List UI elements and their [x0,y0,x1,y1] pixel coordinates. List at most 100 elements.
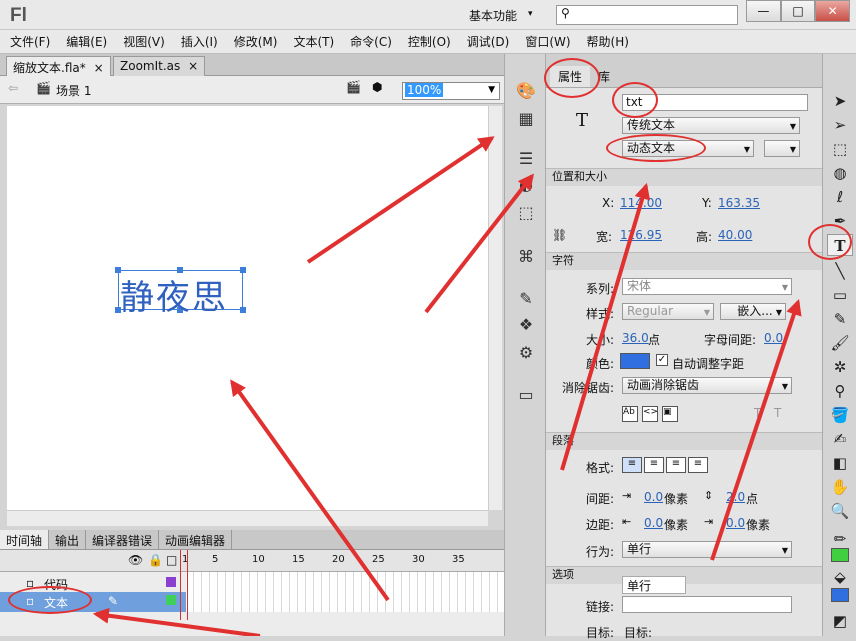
stroke-color-swatch[interactable] [831,548,849,562]
deco-tool-icon[interactable]: ✲ [827,356,853,378]
rectangle-tool-icon[interactable]: ▭ [827,284,853,306]
behavior-popup-option[interactable]: 单行 [622,576,686,594]
subscript-icon[interactable]: T [774,406,781,420]
fill-color-swatch[interactable] [831,588,849,602]
x-value[interactable]: 114.00 [620,196,662,210]
close-icon[interactable]: × [188,59,198,73]
menu-edit[interactable]: 编辑(E) [66,33,107,50]
eraser-tool-icon[interactable]: ◧ [827,452,853,474]
zoom-select[interactable]: 100% ▼ [402,82,500,100]
text-color-swatch[interactable] [620,353,650,369]
border-icon[interactable]: ▣ [662,406,678,422]
autokern-checkbox[interactable]: ✓ [656,354,668,366]
section-paragraph[interactable]: 段落 [546,432,822,450]
paint-bucket-icon[interactable]: 🪣 [827,404,853,426]
maximize-button[interactable]: □ [780,0,816,22]
left-margin-value[interactable]: 0.0 [644,516,663,530]
stroke-color-icon[interactable]: ✏ [827,528,853,550]
right-margin-value[interactable]: 0.0 [726,516,745,530]
resize-handle[interactable] [240,267,246,273]
tab-motion-editor[interactable]: 动画编辑器 [159,530,233,549]
font-style-select[interactable]: Regular [622,303,714,320]
menu-file[interactable]: 文件(F) [10,33,50,50]
outline-icon[interactable]: □ [166,553,177,567]
menu-modify[interactable]: 修改(M) [234,33,278,50]
align-center-icon[interactable]: ≡ [644,457,664,473]
vertical-scrollbar[interactable] [488,106,502,510]
tab-output[interactable]: 输出 [49,530,87,549]
link-input[interactable] [622,596,792,613]
components-icon[interactable]: ❖ [511,314,541,336]
frame-grid[interactable] [186,572,504,612]
align-left-icon[interactable]: ≡ [622,457,642,473]
eyedropper-icon[interactable]: ✍ [827,428,853,450]
menu-text[interactable]: 文本(T) [293,33,334,50]
embed-button[interactable]: 嵌入... [720,303,786,320]
motion-presets-icon[interactable]: ⚙ [511,342,541,364]
transform-icon[interactable]: ⬚ [511,202,541,224]
close-icon[interactable]: × [94,61,104,75]
tab-compiler-errors[interactable]: 编译器错误 [86,530,160,549]
selectable-icon[interactable]: Ab [622,406,638,422]
anti-alias-select[interactable]: 动画消除锯齿 [622,377,792,394]
indent-value[interactable]: 0.0 [644,490,663,504]
black-white-icon[interactable]: ◩ [827,610,853,632]
search-input[interactable]: ⚲ [556,5,738,25]
selection-tool-icon[interactable]: ➤ [827,90,853,112]
lock-icon[interactable]: 🔒 [148,553,163,567]
pencil-tool-icon[interactable]: ✎ [827,308,853,330]
superscript-icon[interactable]: T [754,406,761,420]
text-engine-select[interactable]: 传统文本 [622,117,800,134]
project-icon[interactable]: ▭ [511,384,541,406]
y-value[interactable]: 163.35 [718,196,760,210]
fill-color-icon[interactable]: ⬙ [827,566,853,588]
font-family-select[interactable]: 宋体 [622,278,792,295]
lock-ratio-icon[interactable]: ⛓ [552,228,567,242]
code-snippets-icon[interactable]: ⌘ [511,246,541,268]
history-icon[interactable]: ✎ [511,288,541,310]
back-arrow-icon[interactable]: ⇦ [8,81,18,95]
3d-rotation-icon[interactable]: ◍ [827,162,853,184]
chevron-down-icon[interactable]: ▾ [528,9,533,19]
chevron-down-icon[interactable]: ▼ [486,85,497,95]
menu-help[interactable]: 帮助(H) [587,33,629,50]
bone-tool-icon[interactable]: ⚲ [827,380,853,402]
info-icon[interactable]: ◐ [511,174,541,196]
edit-symbol-icon[interactable]: ⬢ [372,80,382,94]
workspace-switcher[interactable]: 基本功能 [469,7,517,24]
font-size-value[interactable]: 36.0 [622,331,649,345]
letter-spacing-value[interactable]: 0.0 [764,331,783,345]
close-button[interactable]: ✕ [815,0,851,22]
html-render-icon[interactable]: <> [642,406,658,422]
color-palette-icon[interactable]: 🎨 [511,80,541,102]
height-value[interactable]: 40.00 [718,228,752,242]
eye-icon[interactable]: 👁 [128,553,143,567]
resize-handle[interactable] [240,307,246,313]
lasso-tool-icon[interactable]: ℓ [827,186,853,208]
section-position-size[interactable]: 位置和大小 [546,168,822,186]
subselection-tool-icon[interactable]: ➢ [827,114,853,136]
line-spacing-value[interactable]: 2.0 [726,490,745,504]
text-orientation-select[interactable] [764,140,800,157]
horizontal-scrollbar[interactable] [7,510,488,526]
width-value[interactable]: 126.95 [620,228,662,242]
stage[interactable] [7,106,488,510]
behavior-select[interactable]: 单行 [622,541,792,558]
edit-scene-icon[interactable]: 🎬 [346,80,361,94]
menu-control[interactable]: 控制(O) [408,33,451,50]
minimize-button[interactable]: — [746,0,781,22]
playhead[interactable] [180,550,188,620]
tab-fla-document[interactable]: 缩放文本.fla* × [6,56,111,76]
stage-text[interactable]: 静夜思 [120,270,228,319]
tab-timeline[interactable]: 时间轴 [0,530,50,549]
justify-icon[interactable]: ≡ [688,457,708,473]
align-icon[interactable]: ☰ [511,148,541,170]
free-transform-icon[interactable]: ⬚ [827,138,853,160]
layer-color-swatch[interactable] [166,595,176,605]
menu-debug[interactable]: 调试(D) [467,33,510,50]
menu-commands[interactable]: 命令(C) [350,33,392,50]
hand-tool-icon[interactable]: ✋ [827,476,853,498]
menu-window[interactable]: 窗口(W) [525,33,570,50]
align-right-icon[interactable]: ≡ [666,457,686,473]
section-character[interactable]: 字符 [546,252,822,270]
